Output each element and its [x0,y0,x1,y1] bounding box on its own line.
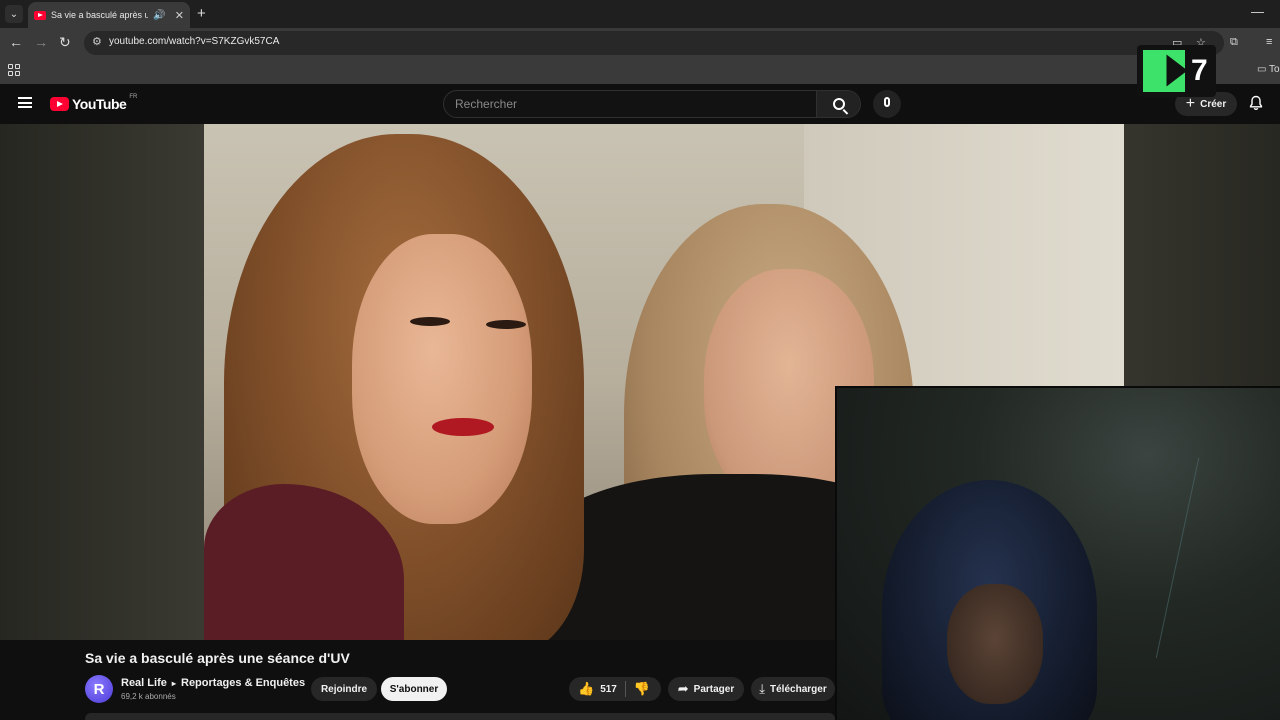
download-icon: ⤓ [759,681,766,696]
thumbs-down-icon[interactable]: 👎 [634,681,650,697]
subscriber-count: 69,2 k abonnés [121,692,176,701]
channel-category[interactable]: Reportages & Enquêtes [181,677,305,689]
minimize-window-button[interactable]: — [1251,4,1264,19]
webcam-overlay [835,386,1280,720]
channel-name[interactable]: Real Life ▸ Reportages & Enquêtes [121,677,305,689]
like-dislike-group: 👍 517 👎 [569,677,661,701]
thumbs-up-icon[interactable]: 👍 [578,681,594,697]
search-box [443,90,861,118]
chevron-right-icon: ▸ [171,679,176,688]
share-arrow-icon: ➦ [677,681,689,696]
search-button[interactable] [816,91,860,117]
scene-eye [410,317,450,326]
notifications-bell-icon[interactable] [1248,95,1264,111]
like-count[interactable]: 517 [600,684,617,695]
scene-eye [486,320,526,329]
tab-search-button[interactable]: ⌄ [5,5,23,23]
apps-grid-icon[interactable] [8,64,20,76]
k7-logo-number: 7 [1191,54,1208,87]
bookmarks-bar: ▭ To [0,58,1280,84]
browser-tab[interactable]: Sa vie a basculé après une s 🔊 ✕ [28,2,190,28]
subscribe-button[interactable]: S'abonner [381,677,447,701]
youtube-play-icon [50,97,69,111]
channel-avatar-initial: R [93,680,105,698]
video-title: Sa vie a basculé après une séance d'UV [85,650,350,666]
reading-list-icon[interactable]: ≡ [1266,36,1272,48]
tab-title: Sa vie a basculé après une s [51,10,149,20]
site-info-icon[interactable]: ⚙ [92,35,102,48]
microphone-icon [884,97,890,107]
download-label: Télécharger [770,683,827,695]
create-label: Créer [1200,98,1227,110]
country-code: FR [129,94,138,100]
plus-icon: + [1185,95,1196,112]
search-input[interactable] [444,91,818,117]
bookmark-folder[interactable]: ▭ To [1257,64,1280,75]
description-box-edge[interactable] [85,713,835,720]
voice-search-button[interactable] [873,90,901,118]
reload-icon[interactable]: ↻ [59,34,71,51]
browser-toolbar: ← → ↻ ⚙ youtube.com/watch?v=S7KZGvk57CA … [0,28,1280,58]
webcam-person-face [947,584,1043,704]
youtube-logo[interactable]: YouTube FR [50,94,138,112]
channel-avatar[interactable]: R [85,675,113,703]
tab-close-icon[interactable]: ✕ [175,9,184,22]
forward-arrow-icon[interactable]: → [34,34,48,50]
share-button[interactable]: ➦ Partager [668,677,744,701]
channel-name-text[interactable]: Real Life [121,677,167,689]
youtube-wordmark: YouTube [72,96,127,112]
share-label: Partager [693,683,735,695]
youtube-header: YouTube FR + Créer [0,84,1280,124]
ambient-left [0,124,204,640]
k7-logo: 7 [1137,45,1216,97]
divider [624,681,626,697]
youtube-favicon-icon [34,10,46,20]
address-bar[interactable]: ⚙ youtube.com/watch?v=S7KZGvk57CA [84,31,1224,55]
menu-icon[interactable] [18,97,32,108]
scene-person-1-face [352,234,532,524]
back-arrow-icon[interactable]: ← [9,34,23,50]
speaker-icon[interactable]: 🔊 [153,10,165,21]
webcam-background [1155,458,1280,658]
join-button[interactable]: Rejoindre [311,677,377,701]
download-button[interactable]: ⤓ Télécharger [751,677,835,701]
url-text[interactable]: youtube.com/watch?v=S7KZGvk57CA [109,36,279,47]
extensions-icon[interactable]: ⧉ [1230,36,1238,49]
new-tab-button[interactable]: + [197,5,206,22]
k7-k-mark-icon [1143,50,1185,92]
search-icon [832,98,845,110]
scene-lips [432,418,494,436]
bookmark-folder-label: To [1269,64,1280,75]
browser-tab-strip: ⌄ Sa vie a basculé après une s 🔊 ✕ + — [0,0,1280,28]
